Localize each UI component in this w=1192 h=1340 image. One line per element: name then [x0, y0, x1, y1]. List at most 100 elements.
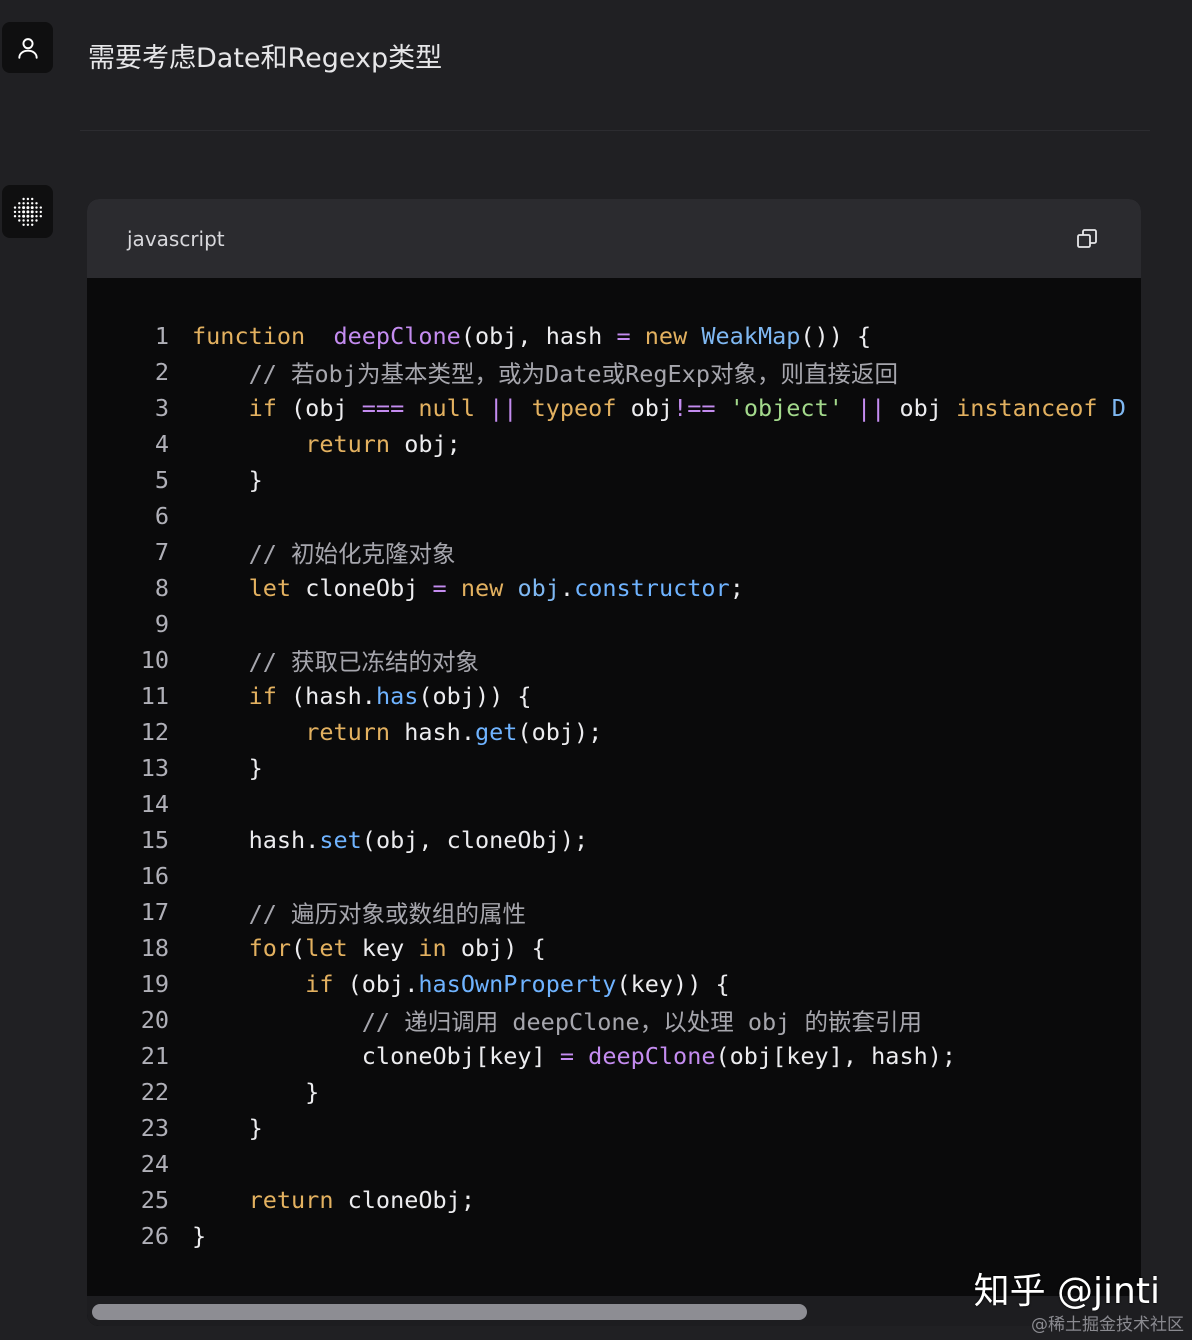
line-number: 20	[140, 1006, 169, 1034]
code-line: 26}	[87, 1218, 206, 1254]
code-token: return	[248, 1186, 334, 1214]
dot	[17, 218, 20, 222]
code-token: (key)) {	[616, 970, 730, 998]
code-line: 5 }	[87, 462, 263, 498]
dot	[17, 214, 20, 217]
divider	[80, 130, 1150, 131]
dot	[17, 205, 20, 209]
code-token: (hash.	[276, 682, 376, 710]
dot	[30, 209, 34, 213]
code-line: 20 // 递归调用 deepClone，以处理 obj 的嵌套引用	[87, 1002, 922, 1038]
code-token: return	[305, 718, 391, 746]
code-token: null	[418, 394, 475, 422]
dot	[34, 205, 38, 209]
code-language-label: javascript	[127, 226, 225, 251]
dot	[21, 201, 25, 204]
code-token: typeof	[531, 394, 617, 422]
code-line: 23 }	[87, 1110, 263, 1146]
dot	[21, 223, 25, 226]
dot	[13, 214, 16, 217]
dot	[30, 201, 33, 204]
bot-avatar	[2, 185, 53, 238]
code-token: }	[192, 1114, 263, 1142]
code-content[interactable]: 1 function deepClone(obj, hash = new Weak…	[87, 278, 1141, 1296]
code-token: =	[432, 574, 447, 602]
line-number: 3	[154, 394, 169, 422]
code-token: new	[630, 322, 688, 350]
code-token: ===	[361, 394, 405, 422]
code-token: get	[474, 718, 518, 746]
user-message: 需要考虑Date和Regexp类型	[88, 43, 443, 74]
code-token: // 初始化克隆对象	[192, 540, 456, 568]
code-token: if	[305, 970, 334, 998]
code-line: 9	[87, 606, 169, 642]
code-line: 14	[87, 786, 169, 822]
line-number: 14	[140, 790, 169, 818]
code-line: 21 cloneObj[key] = deepClone(obj[key], h…	[87, 1038, 956, 1074]
code-text: // 初始化克隆对象	[192, 535, 456, 569]
code-token: deepClone	[588, 1042, 716, 1070]
code-line: 15 hash.set(obj, cloneObj);	[87, 822, 588, 858]
line-number: 11	[140, 682, 169, 710]
user-avatar	[2, 22, 53, 73]
code-token: (obj	[276, 394, 362, 422]
code-line: 8 let cloneObj = new obj.constructor;	[87, 570, 744, 606]
code-token: (obj)) {	[418, 682, 532, 710]
code-text: }	[192, 1114, 263, 1142]
code-token: if	[248, 682, 277, 710]
code-text: if (hash.has(obj)) {	[192, 682, 532, 710]
dot	[34, 210, 38, 213]
line-number: 6	[154, 502, 169, 530]
dot	[21, 197, 25, 200]
copy-button[interactable]	[1073, 225, 1101, 253]
dot	[21, 205, 25, 209]
code-token: deepClone	[333, 322, 461, 350]
code-token: }	[192, 1078, 320, 1106]
dot	[39, 205, 42, 209]
dot	[17, 201, 20, 204]
code-line: 24	[87, 1146, 169, 1182]
line-number: 8	[154, 574, 169, 602]
code-token: // 获取已冻结的对象	[192, 648, 480, 676]
line-number: 9	[154, 610, 169, 638]
dot	[26, 223, 29, 226]
code-token: // 若obj为基本类型，或为Date或RegExp对象，则直接返回	[192, 360, 898, 388]
code-block: javascript 1 function deepClone(obj, hash…	[87, 199, 1141, 1326]
line-number: 21	[140, 1042, 169, 1070]
code-text: // 递归调用 deepClone，以处理 obj 的嵌套引用	[192, 1003, 922, 1037]
code-token: // 递归调用 deepClone，以处理 obj 的嵌套引用	[192, 1008, 922, 1036]
line-number: 22	[140, 1078, 169, 1106]
dot	[30, 197, 33, 200]
dot	[17, 210, 20, 213]
dot	[26, 201, 29, 204]
code-token: cloneObj[key]	[192, 1042, 560, 1070]
code-text: }	[192, 754, 263, 782]
code-token: return	[305, 430, 391, 458]
code-text: return obj;	[192, 430, 461, 458]
code-token: ||	[489, 394, 518, 422]
code-token: (obj);	[517, 718, 603, 746]
code-token: =	[616, 322, 631, 350]
watermark: 知乎 @jinti	[973, 1271, 1160, 1312]
code-token: (	[291, 934, 306, 962]
code-line: 25 return cloneObj;	[87, 1182, 475, 1218]
line-number: 23	[140, 1114, 169, 1142]
line-number: 24	[140, 1150, 169, 1178]
code-token: set	[319, 826, 362, 854]
code-token: }	[192, 754, 263, 782]
dot	[25, 205, 29, 209]
dot	[25, 209, 29, 213]
code-line: 7 // 初始化克隆对象	[87, 534, 456, 570]
code-token: ||	[857, 394, 886, 422]
code-token: (obj, hash	[460, 322, 617, 350]
scrollbar-thumb[interactable]	[92, 1304, 807, 1320]
code-token: ;	[729, 574, 744, 602]
